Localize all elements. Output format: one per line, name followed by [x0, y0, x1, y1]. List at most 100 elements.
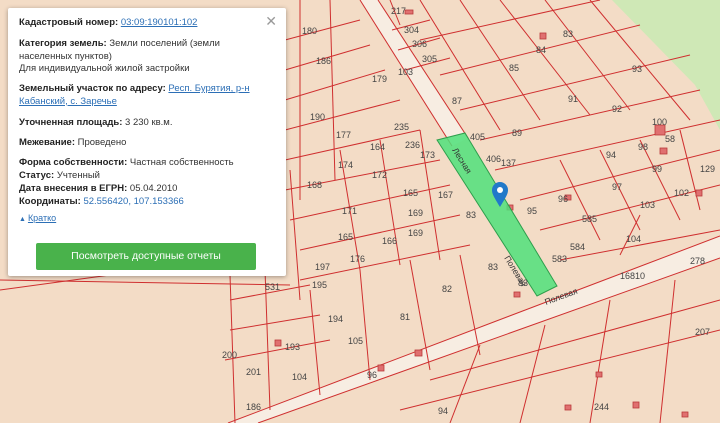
category-row: Категория земель: Земли поселений (земли… [19, 38, 274, 76]
plot-number-label: 173 [420, 150, 435, 160]
plot-number-label: 85 [509, 63, 519, 73]
plot-number-label: 169 [408, 208, 423, 218]
plot-number-label: 193 [285, 342, 300, 352]
ownership-value: Частная собственность [129, 157, 234, 168]
plot-number-label: 82 [442, 284, 452, 294]
triangle-up-icon: ▲ [19, 216, 26, 223]
egrn-row: Дата внесения в ЕГРН: 05.04.2010 [19, 183, 274, 196]
plot-number-label: 84 [536, 45, 546, 55]
plot-number-label: 168 [307, 180, 322, 190]
area-value: 3 230 кв.м. [125, 117, 173, 128]
plot-number-label: 217 [391, 6, 406, 16]
plot-number-label: 95 [527, 206, 537, 216]
plot-number-label: 89 [512, 128, 522, 138]
cadastral-number-link[interactable]: 03:09:190101:102 [121, 17, 198, 28]
plot-number-label: 306 [412, 39, 427, 49]
plot-number-label: 137 [501, 158, 516, 168]
plot-number-label: 171 [342, 206, 357, 216]
plot-number-label: 583 [552, 254, 567, 264]
coords-label: Координаты: [19, 196, 81, 207]
plot-number-label: 200 [222, 350, 237, 360]
plot-number-label: 174 [338, 160, 353, 170]
survey-row: Межевание: Проведено [19, 137, 274, 150]
coords-value[interactable]: 52.556420, 107.153366 [83, 196, 183, 207]
plot-number-label: 81 [400, 312, 410, 322]
plot-number-label: 207 [695, 327, 710, 337]
plot-number-label: 96 [558, 194, 568, 204]
cadastral-row: Кадастровый номер: 03:09:190101:102 [19, 17, 274, 30]
plot-number-label: 584 [570, 242, 585, 252]
plot-number-label: 180 [302, 26, 317, 36]
plot-number-label: 164 [370, 142, 385, 152]
plot-number-label: 172 [372, 170, 387, 180]
status-row: Статус: Учтенный [19, 170, 274, 183]
plot-number-label: 16810 [620, 271, 645, 281]
plot-number-label: 104 [292, 372, 307, 382]
survey-value: Проведено [77, 137, 127, 148]
collapse-toggle[interactable]: ▲ Кратко [19, 213, 56, 223]
plot-number-label: 96 [367, 370, 377, 380]
area-label: Уточненная площадь: [19, 117, 123, 128]
plot-number-label: 201 [246, 367, 261, 377]
plot-number-label: 166 [382, 236, 397, 246]
collapse-label: Кратко [27, 213, 57, 223]
plot-number-label: 83 [488, 262, 498, 272]
plot-number-label: 92 [612, 104, 622, 114]
plot-number-label: 179 [372, 74, 387, 84]
plot-number-label: 99 [652, 164, 662, 174]
plot-number-label: 585 [582, 214, 597, 224]
plot-number-label: 278 [690, 256, 705, 266]
plot-number-label: 91 [568, 94, 578, 104]
category-label: Категория земель: [19, 38, 107, 49]
plot-number-label: 100 [652, 117, 667, 127]
plot-number-label: 405 [470, 132, 485, 142]
survey-label: Межевание: [19, 137, 75, 148]
usage-value: Для индивидуальной жилой застройки [19, 63, 190, 74]
ownership-label: Форма собственности: [19, 157, 128, 168]
plot-number-label: 129 [700, 164, 715, 174]
plot-number-label: 93 [632, 64, 642, 74]
plot-number-label: 186 [246, 402, 261, 412]
plot-number-label: 406 [486, 154, 501, 164]
plot-number-label: 165 [403, 188, 418, 198]
plot-number-label: 236 [405, 140, 420, 150]
plot-number-label: 94 [606, 150, 616, 160]
plot-number-label: 103 [640, 200, 655, 210]
plot-number-label: 98 [638, 142, 648, 152]
parcel-info-card: ✕ Кадастровый номер: 03:09:190101:102 Ка… [8, 8, 286, 276]
plot-number-label: 104 [626, 234, 641, 244]
plot-number-label: 176 [350, 254, 365, 264]
plot-number-label: 83 [518, 278, 528, 288]
plot-number-label: 244 [594, 402, 609, 412]
plot-number-label: 97 [612, 182, 622, 192]
coords-row: Координаты: 52.556420, 107.153366 [19, 196, 274, 209]
plot-number-label: 197 [315, 262, 330, 272]
status-value: Учтенный [56, 170, 100, 181]
egrn-value: 05.04.2010 [129, 183, 178, 194]
plot-number-label: 165 [338, 232, 353, 242]
view-reports-button[interactable]: Посмотреть доступные отчеты [36, 243, 256, 270]
plot-number-label: 103 [398, 67, 413, 77]
plot-number-label: 58 [665, 134, 675, 144]
egrn-label: Дата внесения в ЕГРН: [19, 183, 128, 194]
status-label: Статус: [19, 170, 55, 181]
plot-number-label: 167 [438, 190, 453, 200]
address-row: Земельный участок по адресу: Респ. Бурят… [19, 83, 274, 108]
plot-number-label: 83 [563, 29, 573, 39]
plot-number-label: 194 [328, 314, 343, 324]
plot-number-label: 235 [394, 122, 409, 132]
plot-number-label: 169 [408, 228, 423, 238]
address-label: Земельный участок по адресу: [19, 83, 166, 94]
cadastral-label: Кадастровый номер: [19, 17, 119, 28]
plot-number-label: 305 [422, 54, 437, 64]
plot-number-label: 531 [265, 282, 280, 292]
plot-number-label: 177 [336, 130, 351, 140]
plot-number-label: 102 [674, 188, 689, 198]
plot-number-label: 105 [348, 336, 363, 346]
plot-number-label: 190 [310, 112, 325, 122]
plot-number-label: 87 [452, 96, 462, 106]
plot-number-label: 83 [466, 210, 476, 220]
plot-number-label: 304 [404, 25, 419, 35]
plot-number-label: 186 [316, 56, 331, 66]
plot-number-label: 195 [312, 280, 327, 290]
